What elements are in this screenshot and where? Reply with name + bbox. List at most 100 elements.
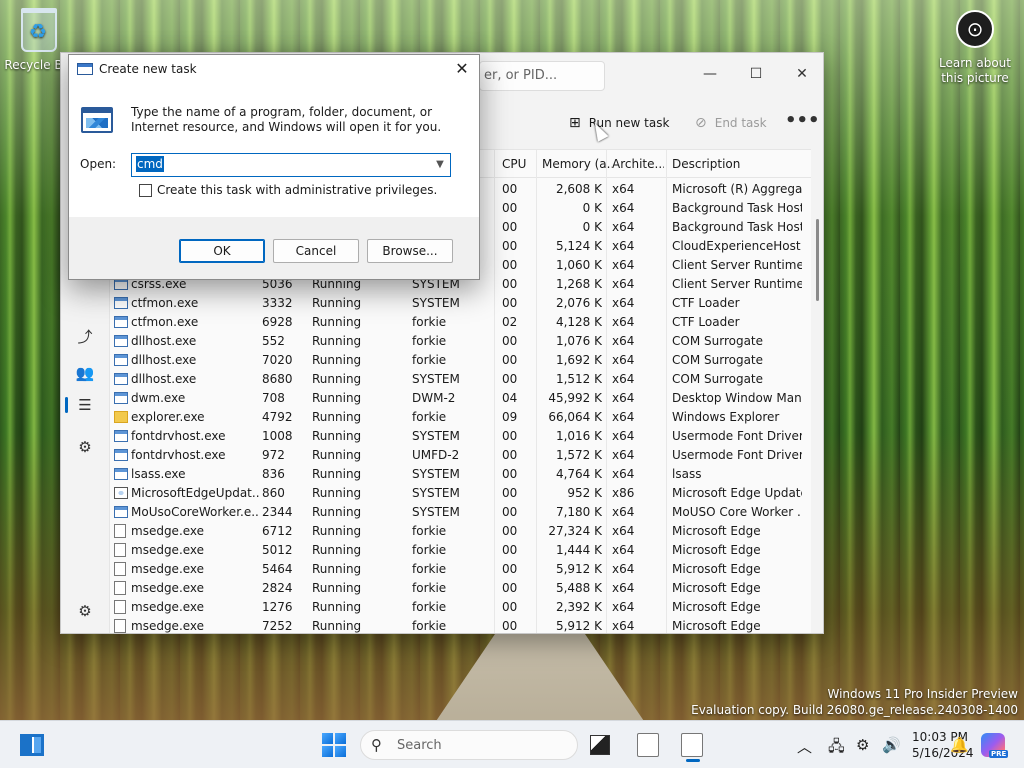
dialog-close-button[interactable]: ✕ [447,57,477,81]
notepad-app-icon-active[interactable] [681,733,703,762]
column-header-cpu[interactable]: CPU [502,150,534,178]
cell-mem: 0 K [582,220,602,234]
minimize-button[interactable]: — [687,59,733,89]
checkbox-box[interactable] [139,183,152,197]
browse-button[interactable]: Browse... [367,239,453,263]
task-manager-search-input[interactable]: er, or PID... [479,61,605,91]
table-row[interactable]: msedge.exe 5464 Running forkie 00 5,912 K x64 M… [110,560,811,579]
notepad-app-icon[interactable] [637,733,659,757]
cell-pid: 5012 [262,543,293,557]
table-row[interactable]: lsass.exe 836 Running SYSTEM 00 4,764 K x64 lsa… [110,465,811,484]
table-row[interactable]: ctfmon.exe 3332 Running SYSTEM 00 2,076 K x64 C… [110,294,811,313]
cell-mem: 5,488 K [555,581,602,595]
users-icon[interactable]: 👥 [73,361,97,385]
cell-arch: x64 [612,182,635,196]
cell-cpu: 00 [502,182,518,196]
cell-status: Running [312,562,362,576]
cell-mem: 4,764 K [555,467,602,481]
close-button[interactable]: ✕ [779,59,823,89]
cell-pid: 552 [262,334,285,348]
cell-desc: CTF Loader [672,315,740,329]
table-row[interactable]: dllhost.exe 8680 Running SYSTEM 00 1,512 K x64… [110,370,811,389]
cell-desc: CTF Loader [672,296,740,310]
table-row[interactable]: dwm.exe 708 Running DWM-2 04 45,992 K x64 Deskt… [110,389,811,408]
cell-arch: x64 [612,429,635,443]
ok-button[interactable]: OK [179,239,265,263]
more-options-button[interactable]: ••• [785,107,820,139]
performance-icon[interactable]: ⤴ [73,325,97,349]
table-row[interactable]: msedge.exe 6712 Running forkie 00 27,324 K x64… [110,522,811,541]
column-header-memory[interactable]: Memory (a... [542,150,612,178]
cancel-button[interactable]: Cancel [273,239,359,263]
chevron-up-icon[interactable]: ︿ [797,736,812,757]
network-icon[interactable]: 🖧 [828,736,845,761]
cell-user: DWM-2 [412,391,456,405]
cell-name: msedge.exe [114,579,260,598]
table-row[interactable]: msedge.exe 1276 Running forkie 00 2,392 K x64 M… [110,598,811,617]
desktop: Recycle Bin ⊙ Learn about this picture W… [0,0,1024,720]
table-row[interactable]: fontdrvhost.exe 972 Running UMFD-2 00 1,572 K… [110,446,811,465]
admin-privileges-checkbox[interactable]: Create this task with administrative pri… [139,183,437,197]
process-name: msedge.exe [131,600,205,614]
table-row[interactable]: msedge.exe 5012 Running forkie 00 1,444 K x64 M… [110,541,811,560]
table-row[interactable]: ctfmon.exe 6928 Running forkie 02 4,128 K x64 C… [110,313,811,332]
cell-user: forkie [412,562,447,576]
table-row[interactable]: fontdrvhost.exe 1008 Running SYSTEM 00 1,016 … [110,427,811,446]
scrollbar-thumb[interactable] [816,219,819,301]
cell-name: lsass.exe [114,465,260,484]
table-row[interactable]: MoUsoCoreWorker.e... 2344 Running SYSTEM 00 7… [110,503,811,522]
cell-arch: x64 [612,448,635,462]
table-row[interactable]: explorer.exe 4792 Running forkie 09 66,064 K x… [110,408,811,427]
table-row[interactable]: msedge.exe 2824 Running forkie 00 5,488 K x64 M… [110,579,811,598]
cell-cpu: 00 [502,524,518,538]
cell-desc: Background Task Host [672,220,802,234]
cell-status: Running [312,467,362,481]
notification-bell-icon[interactable]: 🔔 [950,736,969,754]
widgets-icon[interactable] [20,734,44,756]
dialog-description: Type the name of a program, folder, docu… [131,105,442,134]
column-header-description[interactable]: Description [672,150,802,178]
cell-cpu: 00 [502,448,518,462]
services-icon[interactable]: ⚙ [73,435,97,459]
cell-name: msedge.exe [114,560,260,579]
cell-cpu: 00 [502,429,518,443]
details-icon[interactable]: ☰ [73,393,97,417]
table-row[interactable]: dllhost.exe 7020 Running forkie 00 1,692 K x64… [110,351,811,370]
cell-status: Running [312,334,362,348]
cell-arch: x64 [612,562,635,576]
cell-desc: COM Surrogate [672,372,764,386]
maximize-button[interactable]: ☐ [733,59,779,89]
cell-cpu: 00 [502,296,518,310]
volume-icon[interactable]: 🔊 [882,736,901,754]
process-window-icon [114,335,128,347]
open-combobox-input[interactable]: cmd ▼ [131,153,451,177]
process-name: fontdrvhost.exe [131,448,226,462]
accessibility-icon[interactable]: ⚙ [856,736,869,754]
table-row[interactable]: msedge.exe 7252 Running forkie 00 5,912 K x64 M… [110,617,811,633]
process-name: ctfmon.exe [131,315,199,329]
column-header-arch[interactable]: Archite... [612,150,664,178]
end-task-button[interactable]: ⊘ End task [687,107,775,139]
process-doc-icon [114,524,126,538]
process-name: dllhost.exe [131,353,197,367]
task-view-icon[interactable] [590,735,610,755]
table-row[interactable]: MicrosoftEdgeUpdat... 860 Running SYSTEM 00 9… [110,484,811,503]
cell-desc: Microsoft Edge [672,562,761,576]
cell-status: Running [312,353,362,367]
run-new-task-button[interactable]: ⊞ Run new task [561,107,677,139]
taskbar-search-box[interactable]: ⚲ Search [360,730,578,760]
cell-user: forkie [412,600,447,614]
search-placeholder: Search [397,738,442,753]
cell-pid: 8680 [262,372,293,386]
watermark-line2: Evaluation copy. Build 26080.ge_release.… [691,703,1018,717]
cell-mem: 5,912 K [555,619,602,633]
chevron-down-icon[interactable]: ▼ [432,156,448,174]
start-button[interactable] [322,733,346,757]
table-row[interactable]: dllhost.exe 552 Running forkie 00 1,076 K x64 C… [110,332,811,351]
cell-arch: x64 [612,543,635,557]
cell-desc: COM Surrogate [672,353,764,367]
settings-gear-icon[interactable]: ⚙ [73,599,97,623]
cell-mem: 1,512 K [555,372,602,386]
learn-about-picture[interactable]: ⊙ Learn about this picture [930,10,1020,86]
dialog-titlebar[interactable]: Create new task ✕ [69,55,479,83]
